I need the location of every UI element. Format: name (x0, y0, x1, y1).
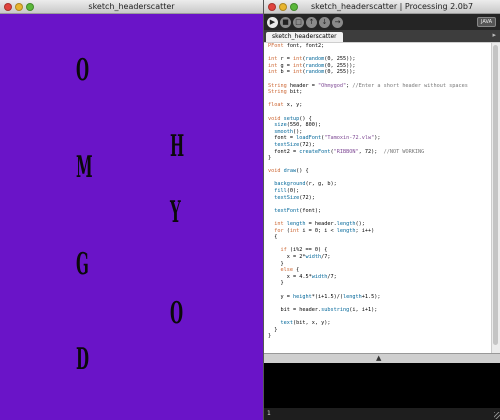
canvas-letter: O (170, 296, 184, 331)
canvas-letter: G (76, 247, 89, 282)
run-button[interactable]: ▶ (267, 16, 278, 28)
close-button[interactable] (268, 3, 276, 11)
open-button[interactable]: ↑ (306, 16, 317, 28)
code-line[interactable]: } (268, 155, 492, 162)
code-line[interactable]: String bit; (268, 89, 492, 96)
editor-scrollbar[interactable] (491, 43, 500, 353)
code-line[interactable] (268, 50, 492, 57)
code-line[interactable]: bit = header.substring(i, i+1); (268, 307, 492, 314)
sketch-canvas[interactable]: O H M Y G O D (0, 14, 263, 420)
code-line[interactable]: size(550, 800); (268, 122, 492, 129)
code-line[interactable] (268, 300, 492, 307)
ide-titlebar[interactable]: sketch_headerscatter | Processing 2.0b7 (264, 0, 500, 14)
code-line[interactable]: y = height*(i+1.5)/(length+1.5); (268, 294, 492, 301)
code-line[interactable]: { (268, 234, 492, 241)
code-line[interactable] (268, 201, 492, 208)
code-line[interactable]: font2 = createFont("RIBBON", 72); //NOT … (268, 149, 492, 156)
code-line[interactable]: void setup() { (268, 116, 492, 123)
window-controls (268, 3, 298, 11)
ide-toolbar: ▶ ■ □ ↑ ↓ → JAVA (264, 14, 500, 30)
code-line[interactable]: int r = int(random(0, 255)); (268, 56, 492, 63)
code-line[interactable]: else { (268, 267, 492, 274)
code-line[interactable]: float x, y; (268, 102, 492, 109)
canvas-letter: M (76, 150, 93, 185)
triangle-up-icon[interactable]: ▲ (376, 354, 381, 362)
code-line[interactable] (268, 241, 492, 248)
code-line[interactable]: textFont(font); (268, 208, 492, 215)
tab-sketch[interactable]: sketch_headerscatter (266, 32, 343, 42)
code-line[interactable]: } (268, 327, 492, 334)
code-line[interactable] (268, 109, 492, 116)
code-line[interactable] (268, 162, 492, 169)
code-line[interactable]: PFont font, font2; (268, 43, 492, 50)
code-line[interactable]: int g = int(random(0, 255)); (268, 63, 492, 70)
code-line[interactable] (268, 313, 492, 320)
minimize-button[interactable] (15, 3, 23, 11)
code-line[interactable]: text(bit, x, y); (268, 320, 492, 327)
code-line[interactable]: x = 4.5*width/7; (268, 274, 492, 281)
code-line[interactable]: int length = header.length(); (268, 221, 492, 228)
code-line[interactable]: smooth(); (268, 129, 492, 136)
code-line[interactable] (268, 175, 492, 182)
code-line[interactable] (268, 214, 492, 221)
code-line[interactable]: int b = int(random(0, 255)); (268, 69, 492, 76)
code-line[interactable]: font = loadFont("Tamoxin-72.vlw"); (268, 135, 492, 142)
code-text[interactable]: PFont font, font2; int r = int(random(0,… (264, 43, 492, 340)
sketch-titlebar[interactable]: sketch_headerscatter (0, 0, 263, 14)
console-area[interactable] (264, 363, 500, 408)
zoom-button[interactable] (26, 3, 34, 11)
code-line[interactable] (268, 76, 492, 83)
canvas-letter: O (76, 53, 90, 88)
zoom-button[interactable] (290, 3, 298, 11)
processing-ide-window: sketch_headerscatter | Processing 2.0b7 … (264, 0, 500, 420)
code-line[interactable]: } (268, 261, 492, 268)
code-line[interactable]: void draw() { (268, 168, 492, 175)
mode-selector[interactable]: JAVA (476, 17, 496, 27)
code-line[interactable]: fill(0); (268, 188, 492, 195)
minimize-button[interactable] (279, 3, 287, 11)
save-button[interactable]: ↓ (319, 16, 330, 28)
sketch-window: sketch_headerscatter O H M Y G O D (0, 0, 264, 420)
window-controls (4, 3, 34, 11)
code-line[interactable]: for (int i = 0; i < length; i++) (268, 228, 492, 235)
resize-grip-icon[interactable] (494, 412, 500, 419)
scrollbar-thumb[interactable] (493, 45, 498, 345)
new-button[interactable]: □ (293, 16, 304, 28)
tab-bar: sketch_headerscatter ▸ (264, 30, 500, 42)
code-line[interactable]: String header = "Ohmygod"; //Enter a sho… (268, 83, 492, 90)
code-line[interactable]: textSize(72); (268, 195, 492, 202)
code-line[interactable]: x = 2*width/7; (268, 254, 492, 261)
line-number: 1 (267, 410, 271, 417)
close-button[interactable] (4, 3, 12, 11)
canvas-letter: D (76, 342, 90, 377)
sketch-window-title: sketch_headerscatter (88, 2, 175, 11)
code-line[interactable] (268, 96, 492, 103)
code-line[interactable]: background(r, g, b); (268, 181, 492, 188)
status-bar: 1 (264, 408, 500, 420)
ide-window-title: sketch_headerscatter | Processing 2.0b7 (310, 2, 474, 11)
tab-menu-icon[interactable]: ▸ (492, 31, 496, 39)
code-line[interactable]: textSize(72); (268, 142, 492, 149)
code-line[interactable]: if (i%2 == 0) { (268, 247, 492, 254)
canvas-letter: Y (170, 195, 181, 230)
code-line[interactable]: } (268, 280, 492, 287)
code-line[interactable]: } (268, 333, 492, 340)
export-button[interactable]: → (332, 16, 343, 28)
stop-button[interactable]: ■ (280, 16, 291, 28)
code-line[interactable] (268, 287, 492, 294)
code-editor[interactable]: PFont font, font2; int r = int(random(0,… (264, 43, 492, 353)
canvas-letter: H (170, 129, 185, 164)
